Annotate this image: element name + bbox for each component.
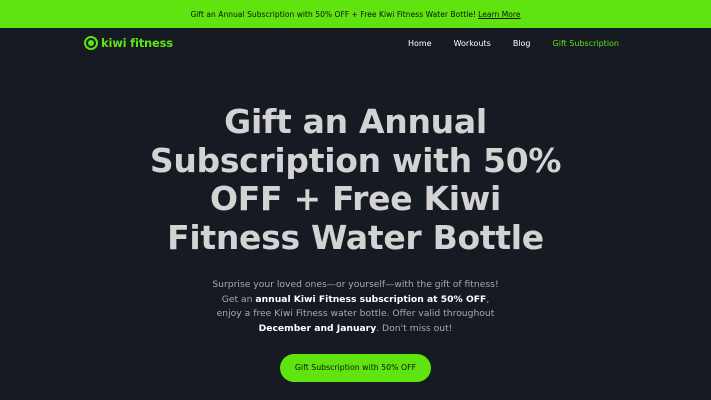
nav-link-blog[interactable]: Blog: [513, 39, 531, 48]
nav-link-home[interactable]: Home: [408, 39, 432, 48]
hero-title: Gift an Annual Subscription with 50% OFF…: [149, 102, 562, 257]
main-nav: kiwi fitness Home Workouts Blog Gift Sub…: [0, 28, 711, 58]
kiwi-logo-icon: [84, 36, 98, 50]
learn-more-link[interactable]: Learn More: [478, 10, 520, 19]
hero-section: Gift an Annual Subscription with 50% OFF…: [0, 58, 711, 383]
hero-desc-part-3: . Don't miss out!: [376, 322, 453, 334]
nav-links: Home Workouts Blog Gift Subscription: [408, 39, 619, 48]
brand-name: kiwi fitness: [101, 36, 173, 50]
brand-logo-link[interactable]: kiwi fitness: [84, 36, 173, 50]
nav-link-workouts[interactable]: Workouts: [454, 39, 491, 48]
promo-banner: Gift an Annual Subscription with 50% OFF…: [0, 0, 711, 28]
hero-desc-highlight-offer: annual Kiwi Fitness subscription at 50% …: [255, 293, 487, 305]
hero-description: Surprise your loved ones—or yourself—wit…: [211, 278, 501, 336]
promo-text: Gift an Annual Subscription with 50% OFF…: [190, 9, 477, 19]
hero-desc-highlight-dates: December and January: [258, 322, 377, 334]
gift-subscription-button[interactable]: Gift Subscription with 50% OFF: [279, 354, 432, 383]
nav-link-gift-subscription[interactable]: Gift Subscription: [553, 39, 619, 48]
